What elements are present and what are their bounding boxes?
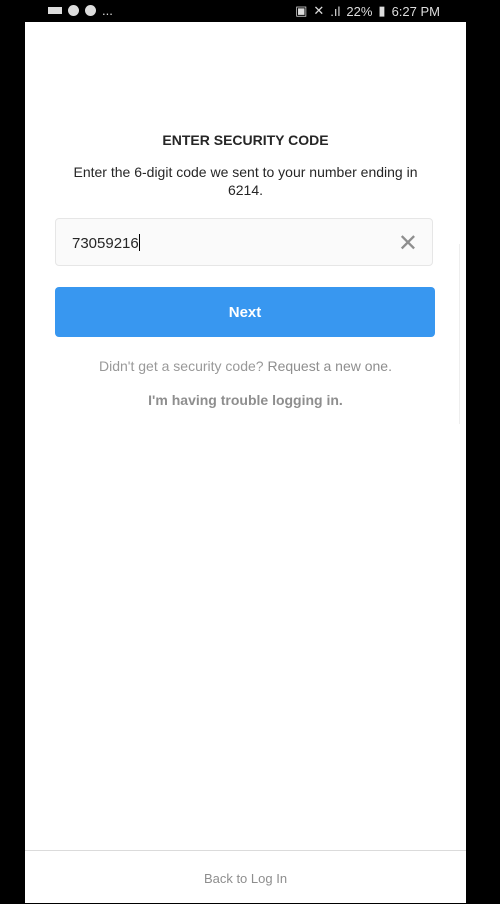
page-title: ENTER SECURITY CODE (162, 132, 329, 148)
resend-help: Didn't get a security code? Request a ne… (25, 358, 466, 374)
more-notifications: ... (102, 3, 113, 18)
clear-icon[interactable]: ✕ (398, 229, 418, 258)
security-code-value: 73059216 (72, 235, 139, 252)
battery-percent: 22% (346, 3, 373, 19)
trouble-logging-in-link[interactable]: I'm having trouble logging in. (25, 392, 466, 408)
back-to-login-link[interactable]: Back to Log In (25, 871, 466, 886)
video-icon (48, 7, 62, 14)
scrollbar[interactable] (459, 244, 463, 424)
mute-icon: ✕ (313, 3, 325, 18)
cast-icon: ▣ (295, 3, 308, 18)
resend-prompt: Didn't get a security code? (99, 358, 264, 374)
clock: 6:27 PM (391, 3, 440, 19)
security-code-input[interactable]: 73059216 ✕ (55, 218, 433, 266)
play-icon (85, 5, 96, 16)
signal-icon: .ıl (330, 3, 341, 19)
screen: ENTER SECURITY CODE Enter the 6-digit co… (25, 22, 466, 903)
battery-icon: ▮ (378, 3, 386, 18)
status-bar: ... ▣ ✕ .ıl 22% ▮ 6:27 PM (0, 0, 500, 22)
footer: Back to Log In (25, 850, 466, 904)
page-description: Enter the 6-digit code we sent to your n… (73, 164, 418, 198)
notification-icon (68, 5, 79, 16)
request-new-code-link[interactable]: Request a new one. (267, 358, 392, 374)
next-button[interactable]: Next (55, 287, 435, 337)
